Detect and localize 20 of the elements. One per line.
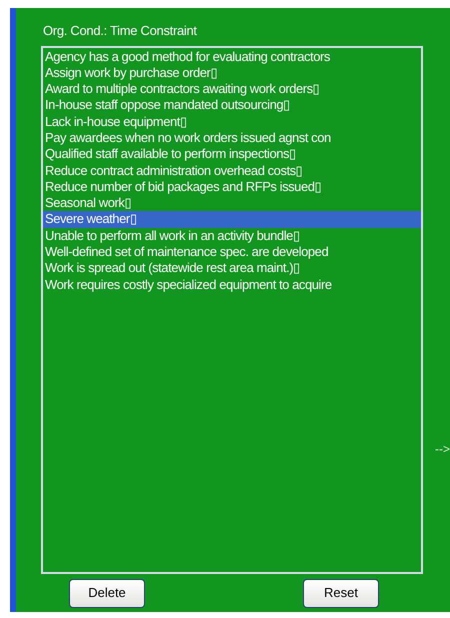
list-item[interactable]: Award to multiple contractors awaiting work orders▯: [43, 81, 421, 98]
list-item[interactable]: Qualified staff available to perform inspections▯: [43, 146, 421, 163]
list-item[interactable]: Unable to perform all work in an activity bundle▯: [43, 228, 421, 244]
delete-button[interactable]: Delete: [69, 578, 145, 608]
panel-title: Org. Cond.: Time Constraint: [43, 22, 197, 40]
list-item[interactable]: Seasonal work▯: [43, 195, 421, 212]
list-item[interactable]: Work is spread out (statewide rest area maint.)▯: [43, 260, 421, 277]
list-box[interactable]: [41, 46, 423, 574]
list-item[interactable]: Severe weather▯: [43, 211, 421, 228]
list-item[interactable]: Agency has a good method for evaluating contractors: [43, 48, 421, 65]
list-item[interactable]: Assign work by purchase order▯: [43, 64, 421, 82]
reset-button[interactable]: Reset: [303, 578, 379, 608]
list-item[interactable]: Reduce contract administration overhead costs▯: [43, 162, 421, 179]
arrow-label: -->: [435, 441, 450, 458]
list-item[interactable]: Reduce number of bid packages and RFPs issued▯: [43, 178, 421, 196]
list-item[interactable]: In-house staff oppose mandated outsourcing▯: [43, 97, 421, 114]
list-item[interactable]: Well-defined set of maintenance spec. are developed: [43, 244, 421, 260]
list-item[interactable]: Pay awardees when no work orders issued agnst con: [43, 130, 421, 146]
list-item[interactable]: Work requires costly specialized equipment to acquire: [43, 276, 421, 293]
list-item[interactable]: Lack in-house equipment▯: [43, 114, 421, 130]
